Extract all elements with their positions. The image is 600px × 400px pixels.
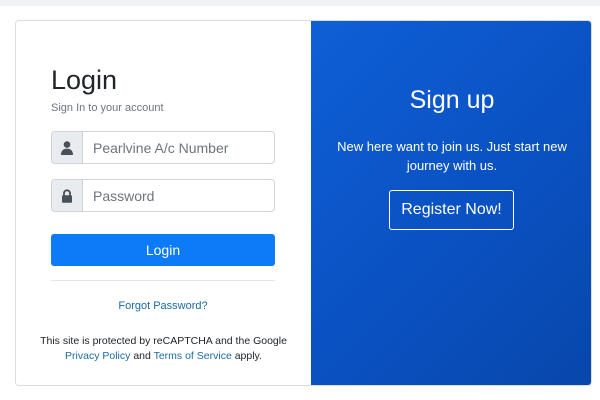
signup-title: Sign up	[409, 86, 495, 114]
account-number-group	[51, 131, 275, 164]
login-title: Login	[51, 65, 118, 95]
auth-card: Login Sign In to your account Login	[15, 20, 592, 386]
top-bar	[0, 0, 600, 6]
password-group	[51, 179, 275, 212]
divider	[51, 280, 275, 281]
user-icon	[52, 132, 83, 163]
signup-panel: Sign up New here want to join us. Just s…	[311, 21, 591, 385]
recaptcha-prefix: This site is protected by reCAPTCHA and …	[40, 335, 287, 347]
lock-icon	[52, 180, 83, 211]
register-now-button[interactable]: Register Now!	[389, 190, 514, 230]
login-subtitle: Sign In to your account	[51, 102, 164, 114]
signup-text: New here want to join us. Just start new…	[337, 139, 567, 173]
recaptcha-notice: This site is protected by reCAPTCHA and …	[34, 334, 293, 364]
privacy-policy-link[interactable]: Privacy Policy	[65, 350, 130, 362]
login-button[interactable]: Login	[51, 234, 275, 266]
account-number-input[interactable]	[83, 132, 274, 163]
forgot-password-link[interactable]: Forgot Password?	[51, 300, 275, 312]
recaptcha-suffix: apply.	[234, 350, 262, 362]
login-panel: Login Sign In to your account Login	[16, 21, 311, 385]
terms-of-service-link[interactable]: Terms of Service	[154, 350, 232, 362]
recaptcha-and: and	[133, 350, 151, 362]
password-input[interactable]	[83, 180, 274, 211]
